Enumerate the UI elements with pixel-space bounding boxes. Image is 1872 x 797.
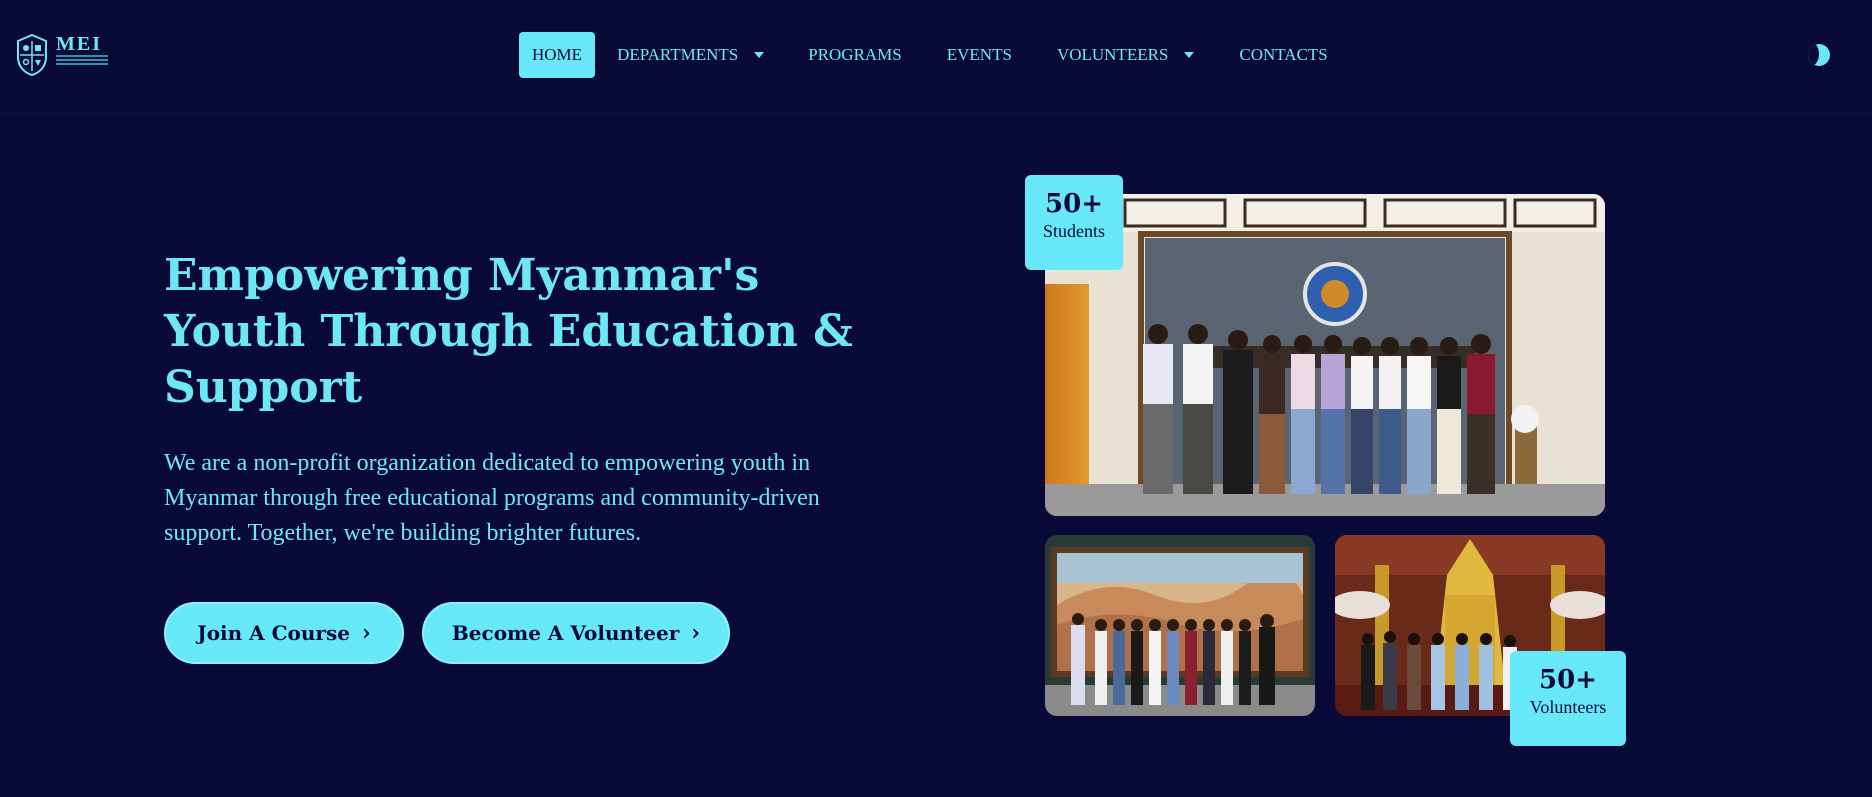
nav-contacts[interactable]: CONTACTS [1226, 32, 1340, 78]
nav-contacts-label: CONTACTS [1239, 45, 1328, 64]
group-photo-museum-image [1045, 535, 1315, 716]
moon-icon[interactable] [1808, 44, 1830, 66]
nav-departments[interactable]: DEPARTMENTS [604, 32, 777, 78]
navbar: MEI HOME DEPARTMENTS PROGRAMS EVENTS VOL… [0, 0, 1872, 114]
students-stat-value: 50+ [1045, 189, 1103, 219]
nav-home[interactable]: HOME [519, 32, 596, 78]
hero-title: Empowering Myanmar's Youth Through Educa… [164, 250, 853, 413]
nav-volunteers-label: VOLUNTEERS [1056, 45, 1169, 64]
nav-programs[interactable]: PROGRAMS [795, 32, 915, 78]
chevron-right-icon: › [361, 620, 371, 646]
main-nav: HOME DEPARTMENTS PROGRAMS EVENTS VOLUNTE… [519, 32, 1341, 78]
nav-departments-label: DEPARTMENTS [617, 45, 739, 64]
caret-down-icon [1184, 52, 1195, 58]
site-logo[interactable]: MEI [16, 33, 112, 77]
nav-home-label: HOME [532, 45, 583, 64]
nav-programs-label: PROGRAMS [808, 45, 902, 64]
become-volunteer-button[interactable]: Become A Volunteer › [422, 602, 730, 664]
nav-volunteers[interactable]: VOLUNTEERS [1044, 32, 1207, 78]
students-stat-label: Students [1042, 221, 1105, 241]
volunteers-stat-badge: 50+ Volunteers [1510, 651, 1626, 746]
shield-logo-icon [17, 33, 47, 77]
caret-down-icon [754, 52, 765, 58]
join-course-button[interactable]: Join A Course › [164, 602, 404, 664]
logo-tagline-lines [56, 55, 108, 67]
group-photo-main [1045, 194, 1605, 516]
group-photo-main-image [1045, 194, 1605, 516]
group-photo-museum [1045, 535, 1315, 716]
students-stat-badge: 50+ Students [1025, 175, 1123, 270]
become-volunteer-label: Become A Volunteer [451, 621, 680, 645]
chevron-right-icon: › [691, 620, 701, 646]
nav-events[interactable]: EVENTS [934, 32, 1025, 78]
volunteers-stat-value: 50+ [1539, 665, 1597, 695]
join-course-label: Join A Course [197, 621, 350, 645]
hero-description: We are a non-profit organization dedicat… [164, 450, 820, 546]
logo-text: MEI [56, 33, 102, 55]
nav-events-label: EVENTS [946, 45, 1012, 64]
volunteers-stat-label: Volunteers [1529, 697, 1607, 717]
